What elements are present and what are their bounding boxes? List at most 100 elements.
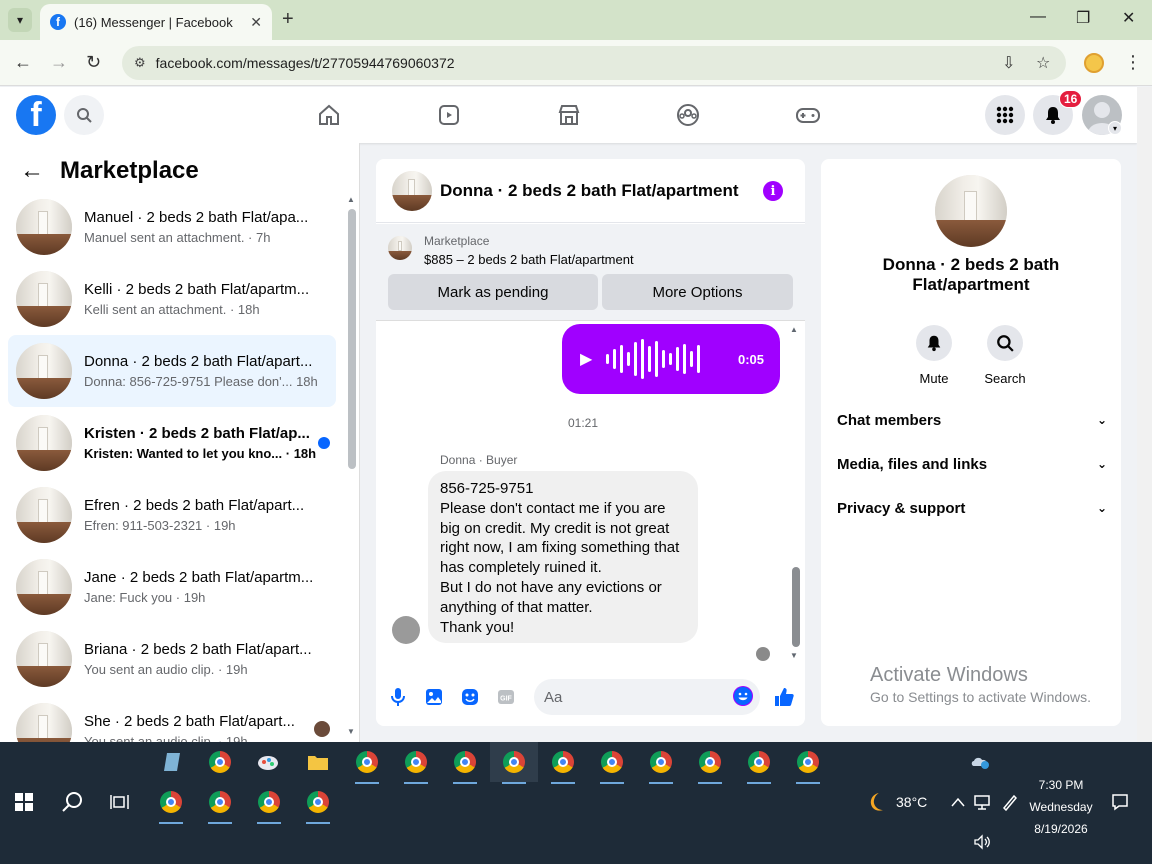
notepad-app-icon[interactable] (156, 746, 188, 778)
marketplace-icon[interactable] (555, 101, 583, 129)
weather-temperature[interactable]: 38°C (896, 794, 927, 810)
minimize-button[interactable]: — (1030, 8, 1046, 26)
mark-as-pending-button[interactable]: Mark as pending (388, 274, 598, 310)
microphone-icon[interactable] (388, 687, 408, 707)
conversation-item-jane[interactable]: Jane · 2 beds 2 bath Flat/apartm... Jane… (8, 551, 336, 623)
play-icon[interactable]: ▶ (580, 349, 592, 369)
section-label: Privacy & support (837, 499, 966, 517)
browser-menu-icon[interactable]: ⋮ (1124, 52, 1142, 73)
install-app-icon[interactable]: ⇩ (1002, 53, 1015, 73)
page-scrollbar[interactable] (1137, 87, 1152, 742)
listing-thumbnail (388, 236, 412, 260)
task-view-icon[interactable] (104, 786, 136, 818)
listing-thumbnail (16, 631, 72, 687)
section-label: Chat members (837, 411, 942, 429)
conversation-item-kristen[interactable]: Kristen · 2 beds 2 bath Flat/ap... Krist… (8, 407, 336, 479)
chrome-profile-6-icon[interactable] (596, 746, 628, 784)
conversation-item-she[interactable]: She · 2 beds 2 bath Flat/apart... You se… (8, 695, 336, 742)
volume-icon[interactable] (966, 826, 998, 858)
sender-avatar[interactable] (392, 616, 420, 644)
gaming-icon[interactable] (794, 101, 822, 129)
list-scrollbar[interactable] (348, 209, 356, 469)
tab-search-dropdown[interactable]: ▾ (8, 8, 32, 32)
new-tab-button[interactable]: + (282, 8, 294, 31)
mute-button[interactable]: Mute (899, 325, 969, 386)
notification-center-icon[interactable] (1104, 786, 1136, 818)
reload-icon[interactable]: ↻ (86, 52, 101, 73)
close-window-button[interactable]: ✕ (1122, 8, 1135, 28)
back-arrow-icon[interactable]: ← (14, 52, 32, 73)
chat-header: Donna · 2 beds 2 bath Flat/apartment i (376, 159, 805, 223)
media-files-links-section[interactable]: Media, files and links ⌄ (837, 449, 1107, 479)
home-icon[interactable] (315, 101, 343, 129)
onedrive-sync-icon[interactable] (964, 746, 996, 778)
chat-avatar[interactable] (392, 170, 432, 211)
info-icon[interactable]: i (763, 181, 783, 201)
scroll-up-arrow-icon[interactable]: ▲ (347, 195, 355, 204)
clock-day: Wednesday (1029, 800, 1093, 814)
conversation-item-donna[interactable]: Donna · 2 beds 2 bath Flat/apart... Donn… (8, 335, 336, 407)
chrome-profile-14-icon[interactable] (302, 786, 334, 824)
emoji-icon[interactable] (733, 686, 753, 706)
scroll-down-arrow-icon[interactable]: ▼ (790, 651, 798, 660)
message-input[interactable] (534, 679, 760, 715)
message-bubble[interactable]: 856-725-9751 Please don't contact me if … (428, 471, 698, 643)
time-separator: 01:21 (567, 416, 599, 430)
chrome-profile-10-icon[interactable] (792, 746, 824, 784)
conversation-name: Jane · 2 beds 2 bath Flat/apartm... (84, 569, 314, 586)
back-arrow-icon[interactable]: ← (20, 157, 44, 185)
privacy-support-section[interactable]: Privacy & support ⌄ (837, 493, 1107, 523)
close-tab-icon[interactable]: ✕ (250, 14, 262, 31)
forward-arrow-icon[interactable]: → (50, 52, 68, 73)
search-icon[interactable] (56, 786, 88, 818)
bookmark-star-icon[interactable]: ☆ (1036, 53, 1050, 73)
chrome-profile-2-icon[interactable] (400, 746, 432, 784)
windows-start-icon[interactable] (8, 786, 40, 818)
chat-scrollbar[interactable] (792, 567, 800, 647)
maximize-button[interactable]: ❐ (1076, 8, 1090, 28)
audio-message[interactable]: ▶ 0:05 (562, 324, 780, 394)
chrome-profile-5-icon[interactable] (547, 746, 579, 784)
message-line: anything of that matter. (440, 598, 593, 616)
site-info-icon[interactable]: ⚙ (134, 55, 146, 71)
scroll-up-arrow-icon[interactable]: ▲ (790, 325, 798, 334)
menu-grid-icon[interactable] (985, 95, 1025, 135)
gif-icon[interactable]: GIF (496, 687, 516, 707)
account-chevron-icon[interactable]: ▾ (1108, 121, 1122, 135)
chrome-profile-8-icon[interactable] (694, 746, 726, 784)
photo-icon[interactable] (424, 687, 444, 707)
chrome-app-icon[interactable] (204, 746, 236, 778)
chat-title[interactable]: Donna · 2 beds 2 bath Flat/apartment (440, 181, 739, 201)
chrome-profile-3-icon[interactable] (449, 746, 481, 784)
more-options-button[interactable]: More Options (602, 274, 793, 310)
chrome-profile-9-icon[interactable] (743, 746, 775, 784)
conversation-preview: You sent an audio clip. · 19h (84, 734, 248, 742)
url-omnibox[interactable]: ⚙ facebook.com/messages/t/27705944769060… (122, 46, 1066, 80)
paint-app-icon[interactable] (252, 746, 284, 778)
chrome-profile-1-icon[interactable] (351, 746, 383, 784)
file-explorer-icon[interactable] (302, 746, 334, 778)
conversation-item-efren[interactable]: Efren · 2 beds 2 bath Flat/apart... Efre… (8, 479, 336, 551)
sticker-icon[interactable] (460, 687, 480, 707)
chrome-profile-12-icon[interactable] (204, 786, 236, 824)
listing-price-title[interactable]: $885 – 2 beds 2 bath Flat/apartment (424, 252, 634, 267)
search-in-conversation-button[interactable]: Search (970, 325, 1040, 386)
chrome-profile-4-icon[interactable] (498, 746, 530, 784)
like-thumbs-up-icon[interactable] (772, 685, 796, 709)
conversation-item-manuel[interactable]: Manuel · 2 beds 2 bath Flat/apa... Manue… (8, 191, 336, 263)
chat-members-section[interactable]: Chat members ⌄ (837, 405, 1107, 435)
scroll-down-arrow-icon[interactable]: ▼ (347, 727, 355, 736)
chrome-profile-13-icon[interactable] (253, 786, 285, 824)
facebook-logo-icon[interactable]: f (16, 95, 56, 135)
video-icon[interactable] (435, 101, 463, 129)
conversation-item-briana[interactable]: Briana · 2 beds 2 bath Flat/apart... You… (8, 623, 336, 695)
groups-icon[interactable] (674, 101, 702, 129)
extension-icon[interactable] (1084, 53, 1104, 73)
search-icon[interactable] (64, 95, 104, 135)
browser-tab-messenger[interactable]: f (16) Messenger | Facebook ✕ (40, 4, 272, 40)
chrome-profile-11-icon[interactable] (155, 786, 187, 824)
conversation-item-kelli[interactable]: Kelli · 2 beds 2 bath Flat/apartm... Kel… (8, 263, 336, 335)
chrome-profile-7-icon[interactable] (645, 746, 677, 784)
system-clock[interactable]: 7:30 PM Wednesday 8/19/2026 (1018, 774, 1104, 840)
weather-moon-icon[interactable] (860, 786, 892, 818)
